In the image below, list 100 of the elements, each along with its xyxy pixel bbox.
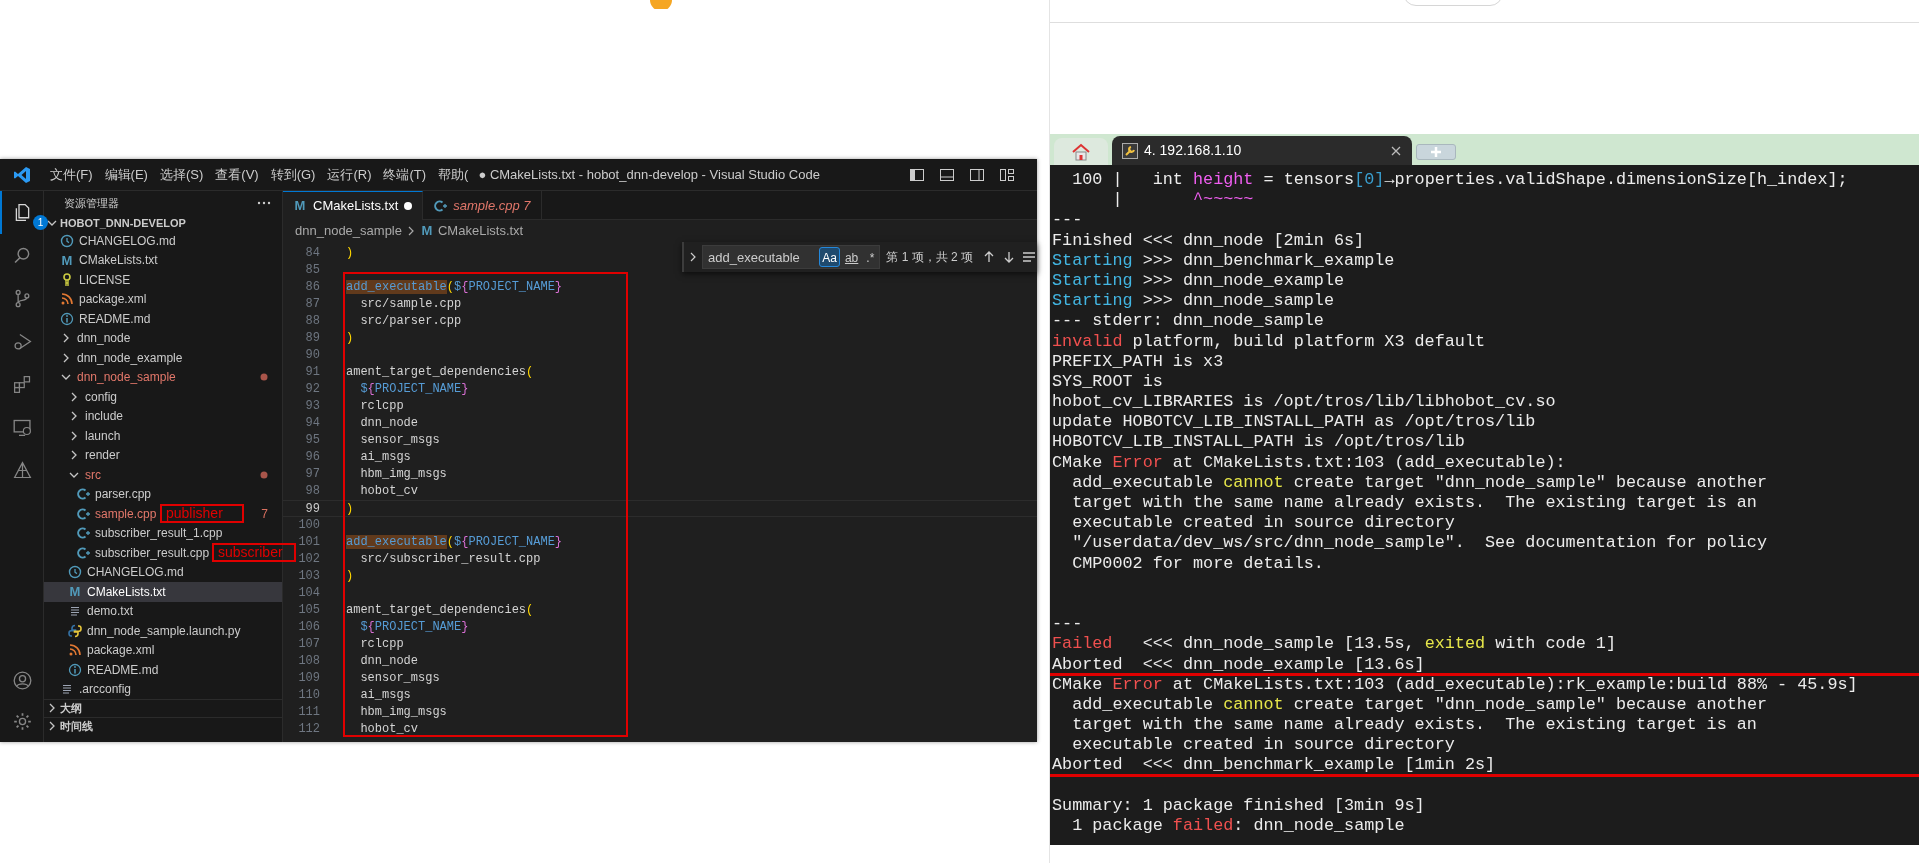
round-icon: [650, 0, 672, 9]
line-number: 101: [297, 534, 320, 551]
tree-item[interactable]: .arcconfig: [79, 680, 132, 699]
code-line: rclcpp: [359, 636, 404, 653]
line-number: 107: [297, 636, 320, 653]
breadcrumb-item[interactable]: dnn_node_sample: [295, 221, 402, 241]
panel-title: 资源管理器: [64, 195, 119, 211]
tree-item[interactable]: subscriber_result.cpp: [95, 543, 210, 562]
editor-tab[interactable]: M CMakeLists.txt: [283, 191, 424, 220]
layout-grid-icon[interactable]: [999, 166, 1015, 183]
tree-item[interactable]: include: [85, 407, 124, 426]
tree-item[interactable]: config: [85, 387, 118, 406]
selection-lines-icon[interactable]: [1021, 249, 1037, 265]
code-line: ament_target_dependencies(: [346, 602, 534, 619]
tree-item[interactable]: README.md: [87, 660, 159, 679]
code-line: dnn_node: [359, 415, 418, 432]
file-type-icon: M: [420, 221, 434, 241]
triangle-icon[interactable]: [12, 460, 33, 481]
cpp-file-icon: [76, 545, 90, 560]
terminal-line: Starting >>> dnn_benchmark_example: [1052, 250, 1395, 271]
tree-item[interactable]: package.xml: [79, 290, 147, 309]
line-number: 88: [304, 313, 320, 330]
code-line: ${PROJECT_NAME}: [359, 619, 469, 636]
tree-item[interactable]: demo.txt: [87, 602, 134, 621]
tree-item[interactable]: package.xml: [87, 641, 155, 660]
tree-item[interactable]: sample.cpp: [95, 504, 157, 523]
terminal-tab[interactable]: 4. 192.168.1.10: [1112, 136, 1412, 165]
menu-item[interactable]: 终端(T): [377, 164, 433, 185]
split-layout-icon[interactable]: [969, 166, 985, 183]
panel-toggle-icon[interactable]: [939, 166, 955, 183]
menu-item[interactable]: 运行(R): [321, 164, 378, 185]
monitor-icon[interactable]: [12, 417, 33, 438]
menu-item[interactable]: 选择(S): [153, 164, 210, 185]
section-header[interactable]: 大纲: [60, 700, 82, 717]
find-option-toggle[interactable]: ab: [841, 247, 862, 267]
plus-icon: [1431, 147, 1441, 157]
line-number: 109: [297, 670, 320, 687]
app-logo-icon: [13, 165, 31, 184]
play-bug-icon[interactable]: [12, 331, 33, 352]
tree-item[interactable]: LICENSE: [79, 270, 131, 289]
code-line: sensor_msgs: [359, 432, 440, 449]
terminal-line: ---: [1052, 614, 1083, 635]
terminal-line: | ^~~~~~: [1111, 190, 1254, 211]
terminal-line: --- stderr: dnn_node_sample: [1052, 311, 1324, 332]
settings-icon[interactable]: [12, 711, 33, 732]
code-line: hbm_img_msgs: [359, 704, 447, 721]
menu-item[interactable]: 文件(F): [44, 164, 99, 185]
find-option-toggle[interactable]: Aa: [819, 247, 840, 267]
menu-item[interactable]: 查看(V): [209, 164, 265, 185]
find-option-toggle[interactable]: .*: [863, 247, 878, 267]
tree-item[interactable]: src: [85, 465, 101, 484]
tree-item[interactable]: CHANGELOG.md: [79, 231, 176, 250]
menu-item[interactable]: 编辑(E): [98, 164, 154, 185]
file-type-icon: M: [60, 250, 74, 270]
find-field[interactable]: add_executable Aa ab .*: [702, 245, 881, 269]
terminal-line: target with the same name already exists. The existing target is an: [1071, 493, 1757, 514]
tree-item[interactable]: CHANGELOG.md: [87, 563, 184, 582]
extensions-icon[interactable]: [12, 374, 33, 395]
line-number: 104: [297, 585, 320, 602]
terminal-line: executable created in source directory: [1071, 513, 1455, 534]
breadcrumb-item[interactable]: CMakeLists.txt: [438, 221, 524, 241]
menu-item[interactable]: 帮助(: [432, 164, 475, 185]
chevron-right-icon[interactable]: [688, 250, 698, 264]
code-line: src/sample.cpp: [359, 296, 462, 313]
tree-item[interactable]: CMakeLists.txt: [79, 251, 158, 270]
tree-item[interactable]: dnn_node: [77, 329, 131, 348]
section-header[interactable]: 时间线: [60, 717, 93, 734]
cpp-file-icon: [76, 487, 90, 502]
tree-item[interactable]: README.md: [79, 309, 151, 328]
tree-item[interactable]: subscriber_result_1.cpp: [95, 524, 223, 543]
editor-tab[interactable]: sample.cpp 7: [423, 191, 543, 220]
terminal-line: executable created in source directory: [1071, 735, 1455, 756]
close-icon[interactable]: [1390, 144, 1402, 157]
cpp-file-icon: [76, 526, 90, 541]
line-number: 106: [297, 619, 320, 636]
terminal-line: CMake Error at CMakeLists.txt:103 (add_executable):: [1052, 452, 1566, 473]
tree-item[interactable]: dnn_node_sample: [77, 368, 176, 387]
tree-item[interactable]: launch: [85, 426, 121, 445]
home-tab[interactable]: [1054, 138, 1108, 165]
cpp-file-icon: [433, 198, 448, 213]
terminal-line: CMake Error at CMakeLists.txt:103 (add_executable):rk_example:build 88% - 45.9s]: [1052, 674, 1858, 695]
menu-item[interactable]: 转到(G): [264, 164, 322, 185]
sidebar-toggle-icon[interactable]: [909, 166, 925, 183]
tree-item[interactable]: CMakeLists.txt: [87, 582, 166, 601]
key-icon: [60, 272, 74, 287]
code-line: ): [346, 501, 354, 516]
status-dot-icon: [260, 373, 268, 382]
terminal-line: PREFIX_PATH is x3: [1052, 351, 1224, 372]
account-icon[interactable]: [12, 670, 33, 691]
folder-header[interactable]: HOBOT_DNN-DEVELOP: [60, 214, 186, 231]
line-number: 89: [304, 330, 320, 347]
code-line: ${PROJECT_NAME}: [359, 381, 469, 398]
tree-item[interactable]: render: [85, 446, 120, 465]
line-number: 108: [297, 653, 320, 670]
line-number: 93: [304, 398, 320, 415]
tree-item[interactable]: dnn_node_example: [77, 348, 183, 367]
tree-item[interactable]: parser.cpp: [95, 485, 152, 504]
lines-icon: [68, 604, 82, 619]
tree-item[interactable]: dnn_node_sample.launch.py: [87, 621, 241, 640]
code-line: sensor_msgs: [359, 670, 440, 687]
